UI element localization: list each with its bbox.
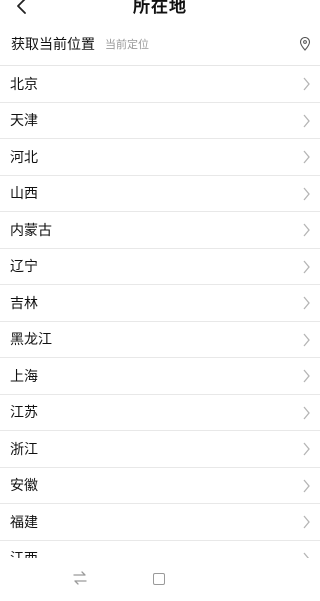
- province-label: 北京: [10, 76, 38, 93]
- page-title: 所在地: [133, 0, 187, 17]
- location-pin-icon[interactable]: [299, 37, 311, 51]
- list-item[interactable]: 北京: [0, 66, 320, 103]
- chevron-right-icon: [303, 150, 310, 164]
- province-label: 辽宁: [10, 259, 38, 276]
- chevron-right-icon: [303, 333, 310, 346]
- square-icon[interactable]: [153, 573, 165, 585]
- list-item[interactable]: 江西: [0, 541, 320, 558]
- province-label: 上海: [10, 368, 38, 385]
- header-bar: 所在地: [0, 0, 320, 22]
- list-item[interactable]: 安徽: [0, 468, 320, 504]
- list-item[interactable]: 内蒙古: [0, 212, 320, 249]
- province-label: 天津: [10, 113, 38, 130]
- province-label: 山西: [10, 186, 38, 203]
- list-item[interactable]: 吉林: [0, 285, 320, 322]
- province-list: 北京 天津 河北 山西 内蒙古 辽宁 吉林 黑龙江 上海 江苏 浙江 安徽 福建…: [0, 66, 320, 558]
- province-label: 江西: [10, 548, 38, 558]
- chevron-right-icon: [303, 479, 310, 492]
- province-label: 安徽: [10, 478, 38, 495]
- list-item[interactable]: 上海: [0, 358, 320, 395]
- province-label: 黑龙江: [10, 332, 52, 349]
- province-label: 内蒙古: [10, 222, 52, 239]
- chevron-right-icon: [303, 296, 310, 310]
- bottom-nav-bar: [0, 558, 320, 601]
- list-item[interactable]: 江苏: [0, 395, 320, 431]
- chevron-right-icon: [303, 77, 310, 91]
- chevron-right-icon: [303, 114, 310, 127]
- list-item[interactable]: 黑龙江: [0, 322, 320, 358]
- province-label: 吉林: [10, 295, 38, 312]
- province-label: 河北: [10, 149, 38, 166]
- chevron-right-icon: [303, 260, 310, 273]
- chevron-right-icon: [303, 187, 310, 200]
- chevron-right-icon: [303, 406, 310, 419]
- list-item[interactable]: 天津: [0, 103, 320, 139]
- province-label: 浙江: [10, 441, 38, 458]
- list-item[interactable]: 辽宁: [0, 249, 320, 285]
- list-item[interactable]: 山西: [0, 176, 320, 212]
- chevron-right-icon: [303, 515, 310, 529]
- chevron-right-icon: [303, 223, 310, 237]
- chevron-right-icon: [303, 442, 310, 456]
- switch-icon[interactable]: [72, 570, 88, 586]
- list-item[interactable]: 福建: [0, 504, 320, 541]
- list-item[interactable]: 河北: [0, 139, 320, 176]
- list-item[interactable]: 浙江: [0, 431, 320, 468]
- current-location-value: 当前定位: [105, 38, 149, 51]
- get-location-label: 获取当前位置: [11, 37, 95, 53]
- current-location-row[interactable]: 获取当前位置 当前定位: [0, 22, 320, 66]
- province-label: 江苏: [10, 405, 38, 422]
- province-label: 福建: [10, 514, 38, 531]
- chevron-right-icon: [303, 369, 310, 383]
